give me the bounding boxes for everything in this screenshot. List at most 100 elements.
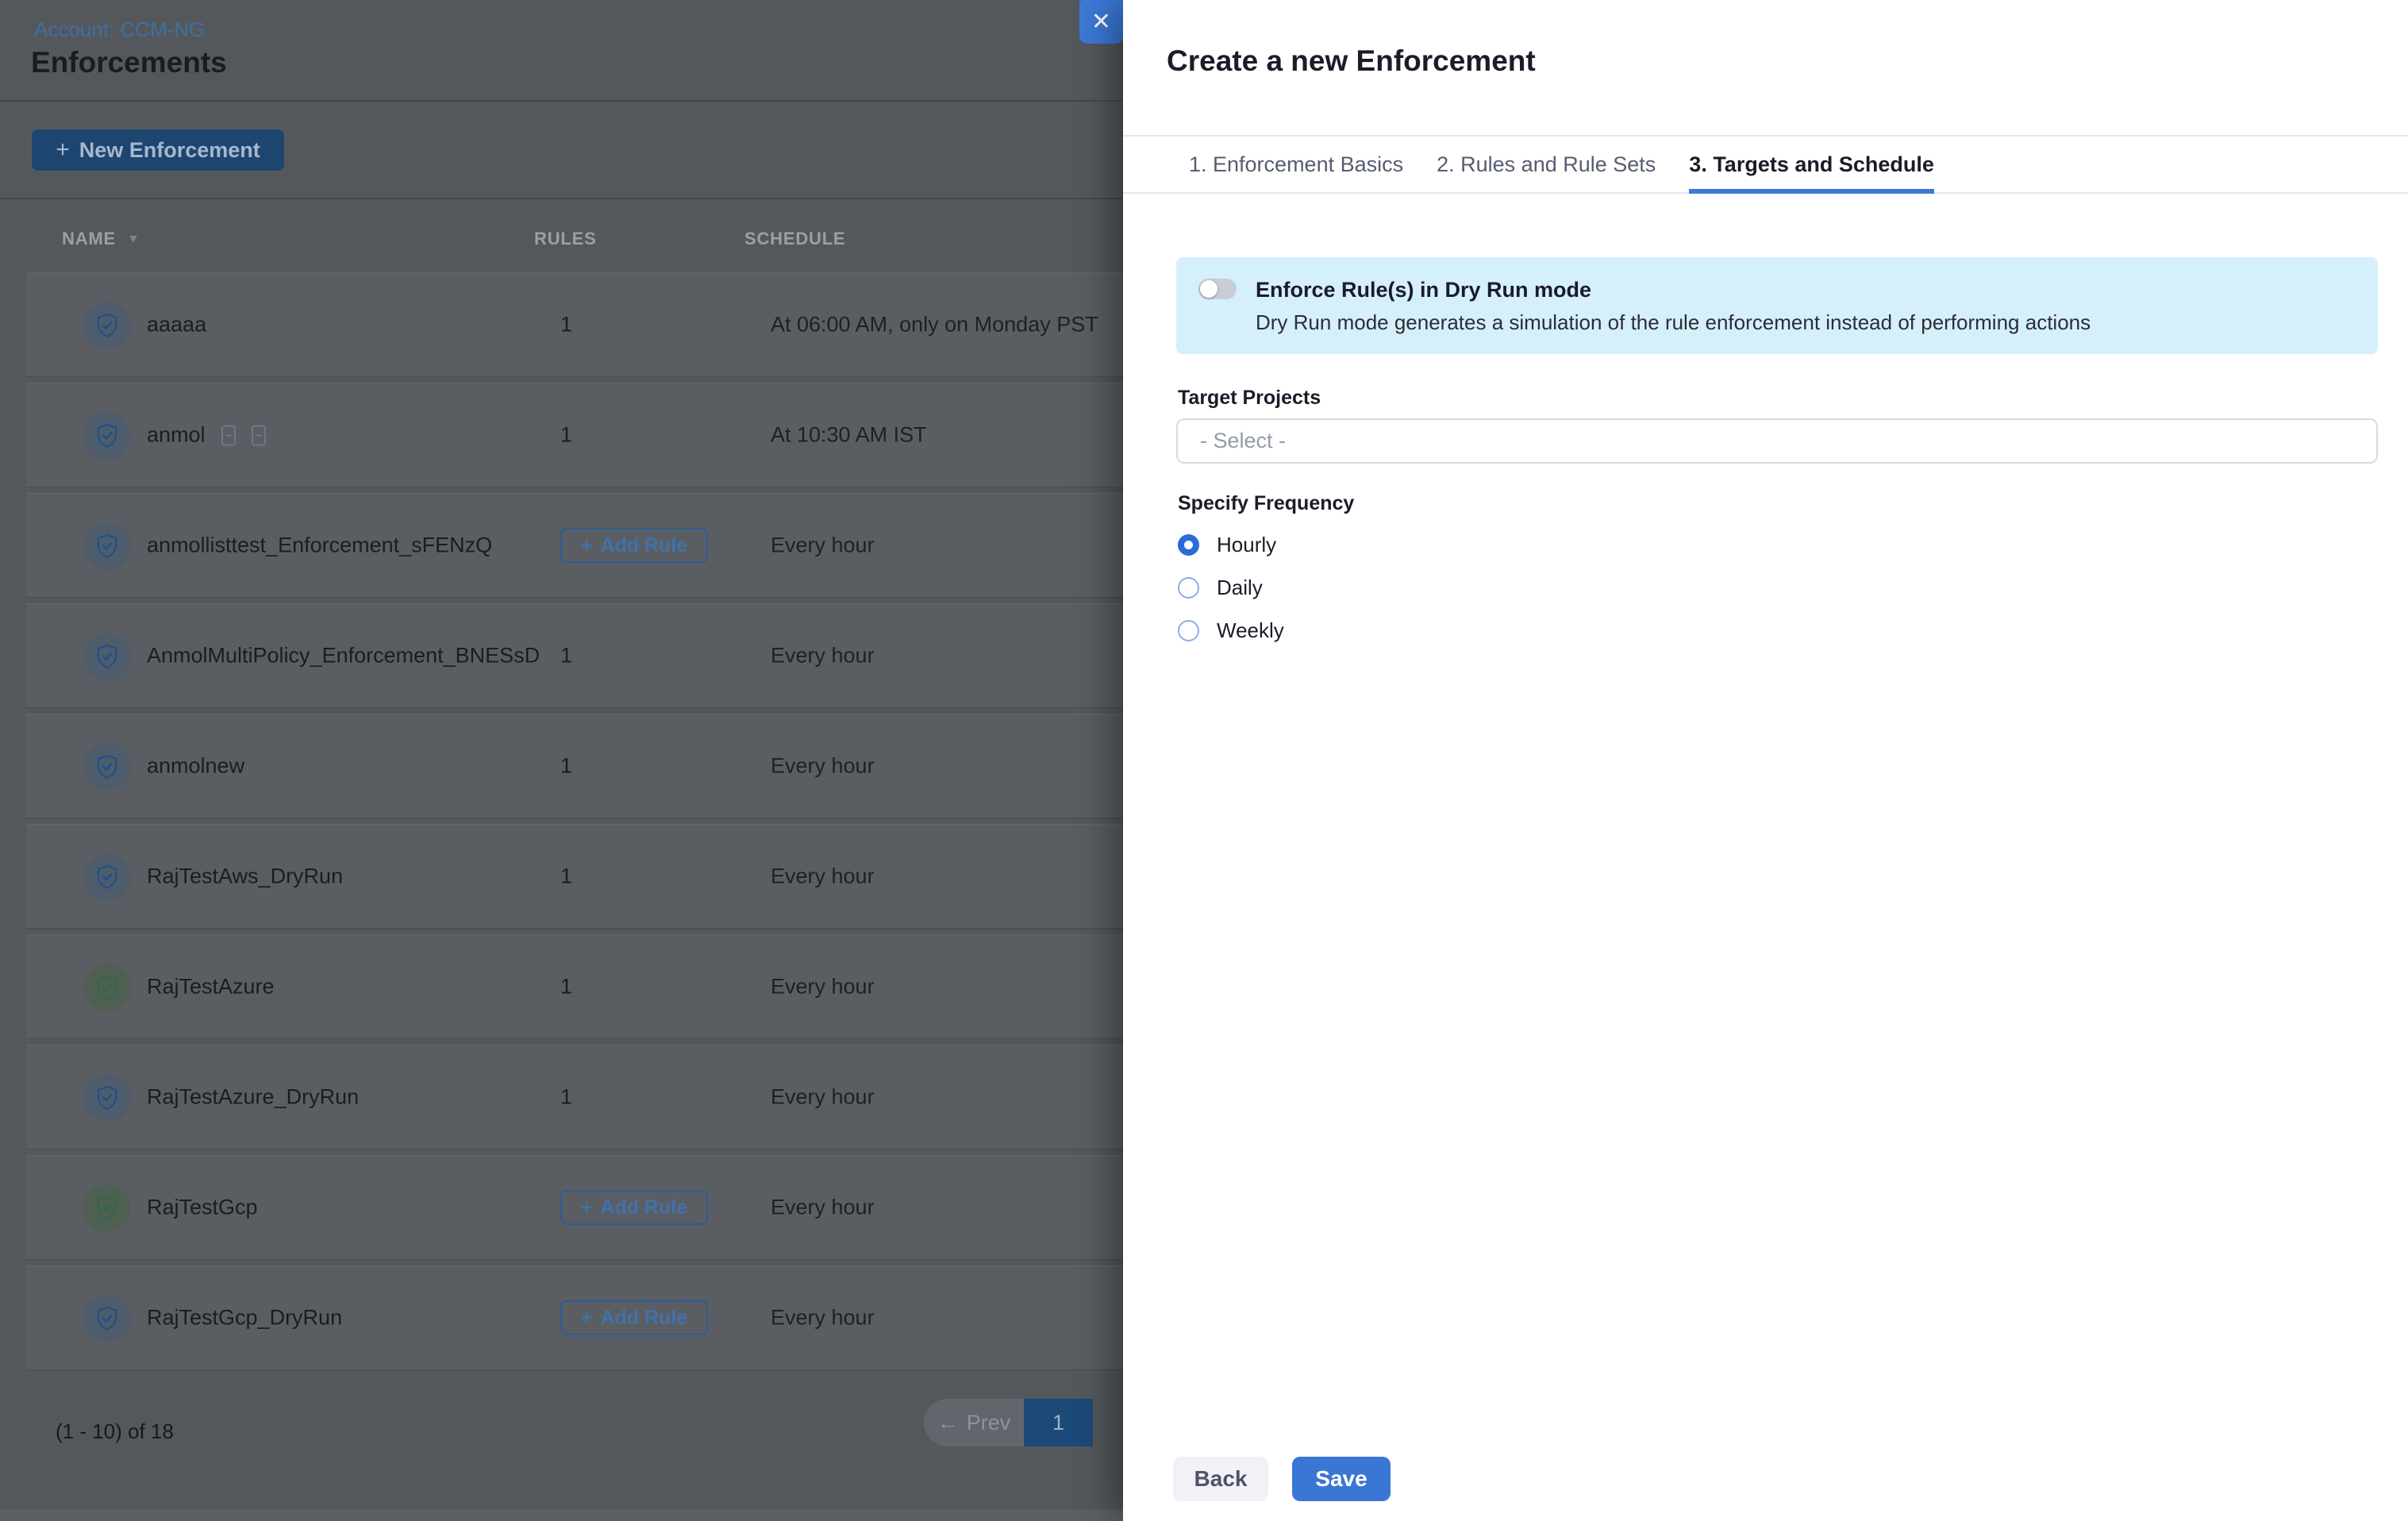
- shield-check-icon: [83, 853, 131, 901]
- tab-2[interactable]: 2. Rules and Rule Sets: [1437, 137, 1656, 192]
- schedule-text: Every hour: [771, 1306, 875, 1330]
- target-projects-label: Target Projects: [1178, 387, 1321, 410]
- radio-unselected-icon: [1178, 577, 1199, 599]
- schedule-text: Every hour: [771, 754, 875, 779]
- table-header: NAME▼ RULES SCHEDULE: [0, 229, 1123, 260]
- plus-icon: +: [581, 534, 593, 557]
- back-button[interactable]: Back: [1173, 1457, 1268, 1501]
- schedule-text: Every hour: [771, 1085, 875, 1110]
- table-row[interactable]: RajTestGcp_DryRun Every hour +Add Rule: [26, 1265, 1123, 1370]
- frequency-radio-group: Hourly Daily Weekly: [1178, 534, 1284, 663]
- schedule-text: Every hour: [771, 1196, 875, 1220]
- rules-count: 1: [560, 644, 572, 668]
- table-row[interactable]: anmollisttest_Enforcement_sFENzQ Every h…: [26, 493, 1123, 598]
- specify-frequency-label: Specify Frequency: [1178, 492, 1354, 515]
- pagination-control: ← Prev 1: [924, 1399, 1093, 1446]
- column-header-rules: RULES: [534, 229, 597, 249]
- enforcement-name: RajTestAzure_DryRun: [147, 1085, 359, 1110]
- frequency-radio-weekly[interactable]: Weekly: [1178, 620, 1284, 641]
- enforcement-name: anmol: [147, 423, 266, 448]
- table-row[interactable]: AnmolMultiPolicy_Enforcement_BNESsD 1 Ev…: [26, 603, 1123, 708]
- shield-check-icon: [83, 1295, 131, 1342]
- rules-count: 1: [560, 423, 572, 448]
- tab-1[interactable]: 1. Enforcement Basics: [1189, 137, 1403, 192]
- radio-label: Hourly: [1217, 533, 1276, 557]
- radio-selected-icon: [1178, 534, 1199, 556]
- schedule-text: At 10:30 AM IST: [771, 423, 927, 448]
- enforcement-name: anmolnew: [147, 754, 244, 779]
- frequency-radio-hourly[interactable]: Hourly: [1178, 534, 1284, 556]
- shield-check-icon: [83, 302, 131, 349]
- create-enforcement-drawer: Create a new Enforcement: [1123, 0, 2408, 1521]
- schedule-text: Every hour: [771, 533, 875, 558]
- missing-glyph-box: [221, 425, 236, 445]
- pagination-summary: (1 - 10) of 18: [56, 1419, 174, 1444]
- schedule-text: At 06:00 AM, only on Monday PST: [771, 313, 1098, 337]
- target-projects-select[interactable]: - Select -: [1176, 418, 2378, 464]
- enforcement-name: AnmolMultiPolicy_Enforcement_BNESsD: [147, 644, 540, 668]
- tab-3[interactable]: 3. Targets and Schedule: [1689, 137, 1934, 192]
- schedule-text: Every hour: [771, 975, 875, 999]
- dry-run-info-box: Enforce Rule(s) in Dry Run mode Dry Run …: [1176, 257, 2378, 354]
- shield-check-icon: [83, 412, 131, 460]
- shield-check-icon: [83, 522, 131, 570]
- column-header-schedule: SCHEDULE: [744, 229, 845, 249]
- shield-check-icon: [83, 1074, 131, 1122]
- rules-count: 1: [560, 864, 572, 889]
- page-title: Enforcements: [31, 46, 227, 79]
- wizard-tabs: 1. Enforcement Basics 2. Rules and Rule S…: [1123, 135, 2408, 194]
- shield-check-icon: [83, 633, 131, 680]
- pagination-page-1-button[interactable]: 1: [1024, 1399, 1093, 1446]
- enforcement-name: RajTestGcp_DryRun: [147, 1306, 342, 1330]
- close-icon: ✕: [1091, 8, 1111, 36]
- table-row[interactable]: anmol 1 At 10:30 AM IST: [26, 383, 1123, 487]
- table-row[interactable]: anmolnew 1 Every hour: [26, 714, 1123, 818]
- table-row[interactable]: aaaaa 1 At 06:00 AM, only on Monday PST: [26, 272, 1123, 377]
- frequency-radio-daily[interactable]: Daily: [1178, 577, 1284, 599]
- breadcrumb-account-link[interactable]: Account: CCM-NG: [34, 17, 205, 42]
- plus-icon: +: [581, 1307, 593, 1330]
- column-header-name[interactable]: NAME▼: [62, 229, 140, 249]
- rules-count: 1: [560, 975, 572, 999]
- dry-run-title: Enforce Rule(s) in Dry Run mode: [1256, 278, 1591, 302]
- drawer-title: Create a new Enforcement: [1167, 44, 1536, 78]
- rules-count: 1: [560, 313, 572, 337]
- toolbar-divider: [0, 198, 1123, 199]
- toggle-knob: [1200, 280, 1217, 298]
- shield-check-icon: [83, 743, 131, 791]
- table-row[interactable]: RajTestAzure_DryRun 1 Every hour: [26, 1045, 1123, 1149]
- add-rule-button[interactable]: +Add Rule: [560, 1190, 708, 1225]
- rules-count: 1: [560, 754, 572, 779]
- shield-check-icon: [83, 1184, 131, 1232]
- new-enforcement-label: New Enforcement: [79, 138, 260, 163]
- enforcement-name: RajTestGcp: [147, 1196, 258, 1220]
- screen: Account: CCM-NG Enforcements + New Enfor…: [0, 0, 2408, 1521]
- sort-desc-icon: ▼: [127, 233, 140, 246]
- page-bottom-edge: [0, 1510, 1123, 1521]
- add-rule-button[interactable]: +Add Rule: [560, 1300, 708, 1335]
- dry-run-description: Dry Run mode generates a simulation of t…: [1256, 310, 2091, 335]
- radio-label: Daily: [1217, 576, 1263, 600]
- radio-label: Weekly: [1217, 618, 1284, 643]
- pagination-prev-button[interactable]: ← Prev: [924, 1399, 1024, 1446]
- plus-icon: +: [581, 1196, 593, 1219]
- enforcement-name: anmollisttest_Enforcement_sFENzQ: [147, 533, 492, 558]
- enforcement-name: aaaaa: [147, 313, 206, 337]
- schedule-text: Every hour: [771, 644, 875, 668]
- dry-run-toggle[interactable]: [1198, 279, 1237, 299]
- radio-unselected-icon: [1178, 620, 1199, 641]
- add-rule-button[interactable]: +Add Rule: [560, 528, 708, 563]
- arrow-left-icon: ←: [937, 1411, 959, 1435]
- enforcements-page-dimmed: Account: CCM-NG Enforcements + New Enfor…: [0, 0, 1123, 1521]
- enforcement-name: RajTestAws_DryRun: [147, 864, 343, 889]
- enforcement-name: RajTestAzure: [147, 975, 275, 999]
- table-row[interactable]: RajTestAws_DryRun 1 Every hour: [26, 824, 1123, 929]
- new-enforcement-button[interactable]: + New Enforcement: [32, 129, 284, 171]
- schedule-text: Every hour: [771, 864, 875, 889]
- table-row[interactable]: RajTestAzure 1 Every hour: [26, 934, 1123, 1039]
- close-drawer-button[interactable]: ✕: [1079, 0, 1123, 44]
- header-divider: [0, 100, 1123, 102]
- missing-glyph-box: [252, 425, 266, 445]
- table-row[interactable]: RajTestGcp Every hour +Add Rule: [26, 1155, 1123, 1260]
- save-button[interactable]: Save: [1292, 1457, 1391, 1501]
